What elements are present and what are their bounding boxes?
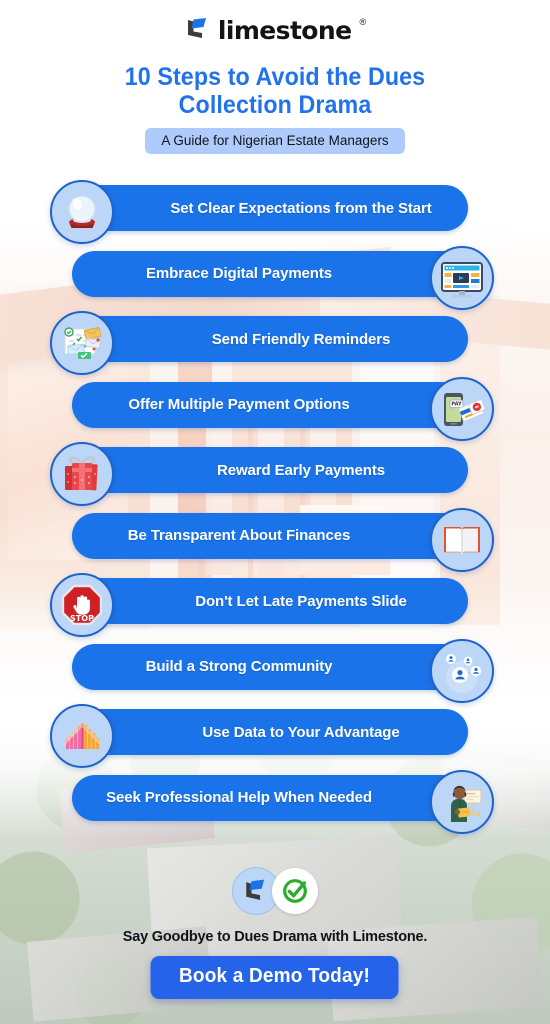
footer: Say Goodbye to Dues Drama with Limestone… [0, 849, 550, 1024]
footer-badges [0, 849, 550, 915]
step-label: Don't Let Late Payments Slide [195, 592, 407, 610]
step-row[interactable]: Send Friendly Reminders [0, 311, 550, 377]
gift-box-icon [50, 442, 114, 506]
step-bar[interactable]: Don't Let Late Payments Slide [72, 578, 468, 624]
step-row[interactable]: Use Data to Your Advantage [0, 704, 550, 770]
step-bar[interactable]: Be Transparent About Finances [72, 512, 468, 559]
brand-name: limestone [217, 15, 352, 45]
page-title: 10 Steps to Avoid the Dues Collection Dr… [19, 63, 531, 119]
header: limestone ® 10 Steps to Avoid the Dues C… [0, 0, 550, 154]
green-check-circle-icon [272, 868, 318, 914]
step-bar[interactable]: Offer Multiple Payment Options [72, 381, 468, 428]
step-bar[interactable]: Embrace Digital Payments [72, 250, 468, 297]
step-row[interactable]: Embrace Digital Payments [0, 245, 550, 312]
step-bar[interactable]: Send Friendly Reminders [72, 316, 468, 362]
step-bar[interactable]: Set Clear Expectations from the Start [72, 185, 468, 231]
step-label: Offer Multiple Payment Options [128, 396, 350, 413]
people-network-icon [430, 638, 494, 703]
step-row[interactable]: Offer Multiple Payment Options PAY [0, 376, 550, 443]
step-label: Set Clear Expectations from the Start [170, 199, 432, 217]
crystal-ball-icon [50, 180, 114, 244]
open-book-icon [430, 507, 494, 572]
page-subtitle-badge: A Guide for Nigerian Estate Managers [145, 128, 405, 154]
svg-text:PAY: PAY [451, 401, 462, 407]
step-label: Send Friendly Reminders [211, 330, 391, 348]
page-title-line-2: Collection Drama [178, 91, 372, 119]
step-label: Embrace Digital Payments [145, 265, 332, 282]
step-label: Seek Professional Help When Needed [106, 789, 372, 806]
step-row[interactable]: Seek Professional Help When Needed [0, 769, 550, 836]
step-row[interactable]: Be Transparent About Finances [0, 507, 550, 574]
brand-logo[interactable]: limestone ® [185, 14, 367, 45]
book-demo-button[interactable]: Book a Demo Today! [150, 956, 399, 999]
infographic-page: limestone ® 10 Steps to Avoid the Dues C… [0, 0, 550, 1024]
stop-sign-hand-icon: STOP [50, 573, 114, 637]
limestone-logo-mark-icon [185, 16, 211, 42]
step-bar[interactable]: Use Data to Your Advantage [72, 709, 468, 755]
steps-list: Set Clear Expectations from the Start Em… [0, 180, 550, 835]
mobile-pay-cards-icon: PAY [430, 376, 494, 441]
step-bar[interactable]: Reward Early Payments [72, 447, 468, 493]
step-label: Reward Early Payments [217, 461, 385, 479]
bar-chart-icon [50, 704, 114, 768]
step-bar[interactable]: Build a Strong Community [72, 643, 468, 690]
professional-woman-icon [430, 769, 494, 834]
step-label: Be Transparent About Finances [127, 527, 351, 544]
registered-mark: ® [359, 17, 367, 27]
step-bar[interactable]: Seek Professional Help When Needed [72, 774, 468, 821]
step-row[interactable]: Don't Let Late Payments Slide STOP [0, 573, 550, 639]
page-title-line-1: 10 Steps to Avoid the Dues [124, 63, 426, 91]
footer-tagline: Say Goodbye to Dues Drama with Limestone… [122, 929, 428, 945]
checklist-notes-icon [50, 311, 114, 375]
svg-text:STOP: STOP [70, 614, 94, 623]
step-row[interactable]: Set Clear Expectations from the Start [0, 180, 550, 246]
step-row[interactable]: Build a Strong Community [0, 638, 550, 705]
step-row[interactable]: Reward Early Payments [0, 442, 550, 508]
step-label: Build a Strong Community [145, 658, 333, 675]
desktop-monitor-icon [430, 245, 494, 310]
step-label: Use Data to Your Advantage [202, 723, 400, 741]
